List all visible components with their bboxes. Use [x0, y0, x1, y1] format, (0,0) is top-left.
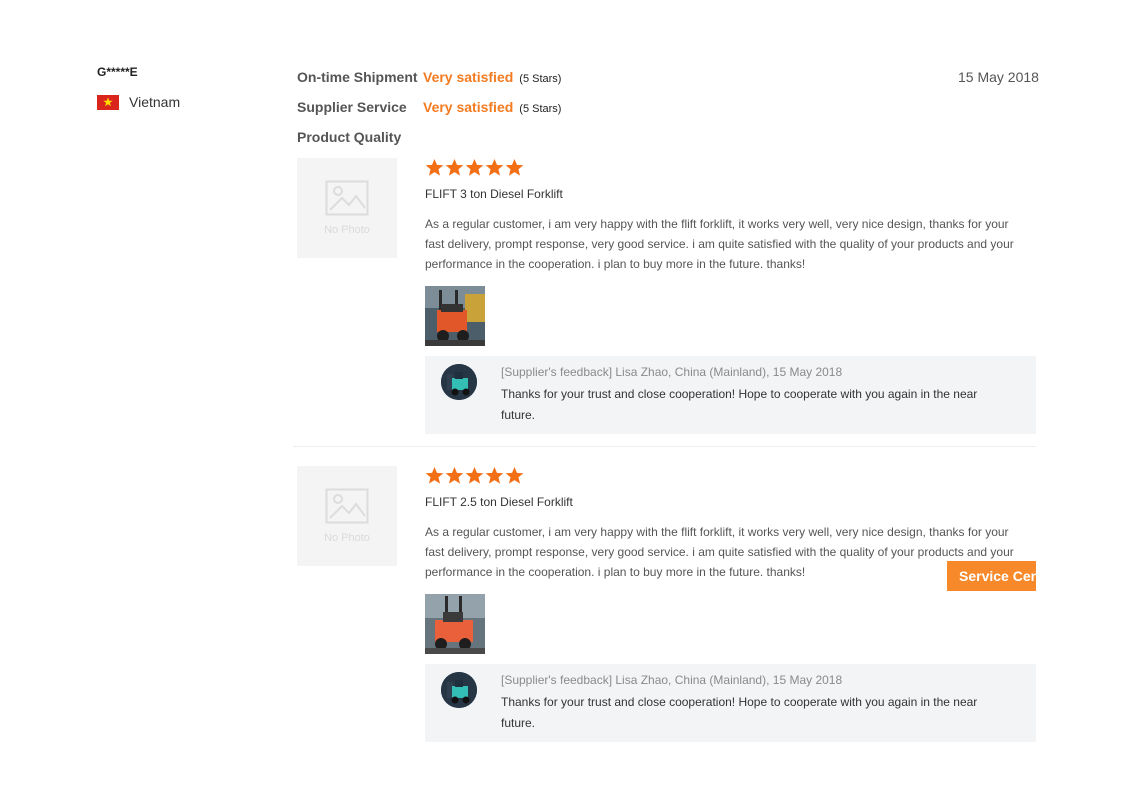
rating-row-quality: Product Quality	[297, 129, 423, 145]
image-placeholder-icon	[325, 180, 369, 216]
no-photo-label: No Photo	[324, 224, 370, 236]
reviewer-name: G*****E	[97, 65, 138, 79]
review-date: 15 May 2018	[958, 69, 1039, 85]
review-item: No Photo FLIFT 2.5 ton Diesel Forklift A…	[297, 466, 1036, 746]
rating-stars-text: (5 Stars)	[519, 73, 562, 85]
star-icon	[445, 466, 464, 484]
rating-value: Very satisfied	[423, 69, 514, 85]
review-photo-thumbnail[interactable]	[425, 594, 485, 654]
avatar	[441, 364, 477, 400]
service-center-button[interactable]: Service Center	[947, 561, 1036, 591]
star-icon	[425, 466, 444, 484]
avatar	[441, 672, 477, 708]
star-rating	[425, 158, 524, 177]
product-name: FLIFT 2.5 ton Diesel Forklift	[425, 495, 573, 509]
star-icon	[425, 158, 444, 176]
reviewer-country: Vietnam	[97, 94, 180, 110]
star-icon	[465, 466, 484, 484]
country-name: Vietnam	[129, 94, 181, 110]
star-icon	[485, 466, 504, 484]
star-icon	[445, 158, 464, 176]
review-text: As a regular customer, i am very happy w…	[425, 525, 1014, 579]
rating-label: On-time Shipment	[297, 69, 418, 85]
feedback-meta: [Supplier's feedback] Lisa Zhao, China (…	[501, 673, 843, 687]
star-icon	[505, 158, 524, 176]
star-icon	[505, 466, 524, 484]
feedback-text: Thanks for your trust and close cooperat…	[501, 695, 978, 730]
star-icon	[465, 158, 484, 176]
image-placeholder-icon	[325, 488, 369, 524]
product-image-placeholder[interactable]: No Photo	[297, 158, 397, 258]
review-text: As a regular customer, i am very happy w…	[425, 217, 1014, 271]
supplier-feedback: [Supplier's feedback] Lisa Zhao, China (…	[425, 356, 1036, 434]
rating-label: Supplier Service	[297, 99, 407, 115]
product-image-placeholder[interactable]: No Photo	[297, 466, 397, 566]
rating-label: Product Quality	[297, 129, 402, 145]
rating-value: Very satisfied	[423, 99, 514, 115]
feedback-text: Thanks for your trust and close cooperat…	[501, 387, 978, 422]
product-name: FLIFT 3 ton Diesel Forklift	[425, 187, 563, 201]
rating-stars-text: (5 Stars)	[519, 103, 562, 115]
star-icon	[485, 158, 504, 176]
supplier-feedback: [Supplier's feedback] Lisa Zhao, China (…	[425, 664, 1036, 742]
rating-row-shipment: On-time Shipment Very satisfied (5 Stars…	[297, 69, 561, 85]
no-photo-label: No Photo	[324, 532, 370, 544]
star-rating	[425, 466, 524, 485]
feedback-meta: [Supplier's feedback] Lisa Zhao, China (…	[501, 365, 843, 379]
review-item: No Photo FLIFT 3 ton Diesel Forklift As …	[297, 158, 1036, 438]
rating-row-service: Supplier Service Very satisfied (5 Stars…	[297, 99, 561, 115]
vietnam-flag-icon	[97, 94, 119, 110]
review-photo-thumbnail[interactable]	[425, 286, 485, 346]
review-divider	[293, 446, 1036, 447]
